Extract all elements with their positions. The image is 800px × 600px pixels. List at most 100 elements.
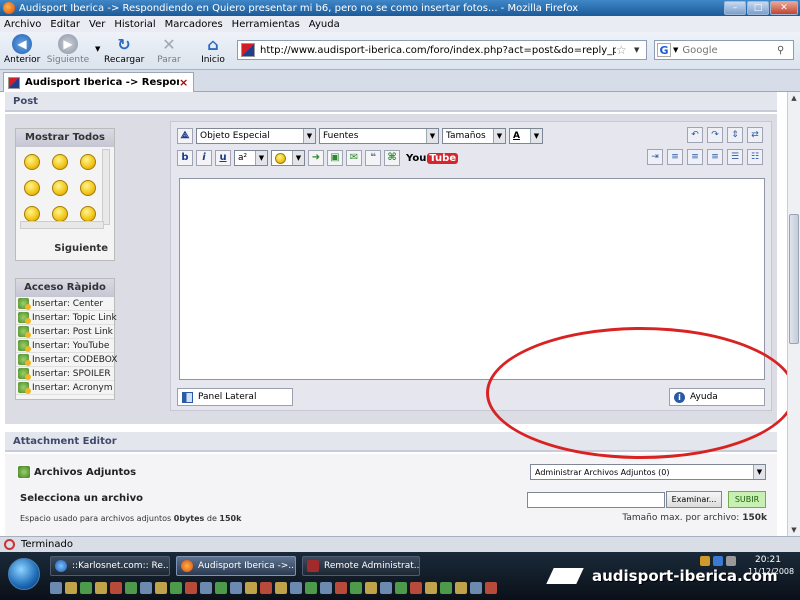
search-input[interactable] [682,44,777,56]
quick-item-acronym[interactable]: Insertar: Acronym [16,381,114,395]
menu-editar[interactable]: Editar [50,19,80,30]
switch-mode-icon[interactable]: ⇄ [747,127,763,143]
quicklaunch-icon[interactable] [140,582,152,594]
quick-item-topic-link[interactable]: Insertar: Topic Link [16,311,117,325]
size-select[interactable]: Tamaños ▼ [442,128,506,144]
undo-icon[interactable]: ↶ [687,127,703,143]
menu-ayuda[interactable]: Ayuda [309,19,340,30]
bold-button[interactable]: b [177,150,193,166]
quicklaunch-icon[interactable] [155,582,167,594]
smiley-icon[interactable] [52,180,68,196]
taskbar-item-karlosnet[interactable]: ::Karlosnet.com:: Re... [50,556,170,576]
insert-quote-icon[interactable]: ❝ [365,150,381,166]
page-scrollbar[interactable]: ▲ ▼ [787,92,800,536]
quicklaunch-icon[interactable] [110,582,122,594]
insert-code-icon[interactable]: ⌘ [384,150,400,166]
quicklaunch-icon[interactable] [440,582,452,594]
menu-historial[interactable]: Historial [114,19,155,30]
taskbar-item-audisport[interactable]: Audisport Iberica ->... [176,556,296,576]
start-button[interactable] [8,558,40,590]
quicklaunch-icon[interactable] [305,582,317,594]
quicklaunch-icon[interactable] [455,582,467,594]
menu-archivo[interactable]: Archivo [4,19,41,30]
quicklaunch-icon[interactable] [185,582,197,594]
align-right-icon[interactable]: ≡ [707,149,723,165]
quicklaunch-icon[interactable] [380,582,392,594]
special-object-select[interactable]: Objeto Especial ▼ [196,128,316,144]
font-select[interactable]: Fuentes ▼ [319,128,439,144]
smiley-icon[interactable] [52,154,68,170]
quicklaunch-icon[interactable] [50,582,62,594]
smiley-icon[interactable] [80,180,96,196]
file-path-input[interactable] [527,492,665,508]
scroll-down-icon[interactable]: ▼ [788,524,800,536]
tab-audisport[interactable]: Audisport Iberica -> Respondiend... × [3,72,194,92]
history-dropdown-icon[interactable]: ▼ [95,45,100,53]
quicklaunch-icon[interactable] [395,582,407,594]
google-engine-icon[interactable]: G [657,43,671,57]
menu-marcadores[interactable]: Marcadores [165,19,223,30]
italic-button[interactable]: i [196,150,212,166]
url-dropdown-icon[interactable]: ▼ [634,46,646,54]
indent-icon[interactable]: ⇥ [647,149,663,165]
quick-item-spoiler[interactable]: Insertar: SPOILER [16,367,114,381]
smiley-horizontal-scrollbar[interactable] [20,221,104,229]
quick-item-center[interactable]: Insertar: Center [16,297,114,311]
quick-item-youtube[interactable]: Insertar: YouTube [16,339,114,353]
quicklaunch-icon[interactable] [470,582,482,594]
maximize-button[interactable]: □ [747,1,769,15]
smiley-icon[interactable] [24,154,40,170]
engine-dropdown-icon[interactable]: ▼ [673,46,678,54]
tray-icon[interactable] [700,556,710,566]
quicklaunch-icon[interactable] [365,582,377,594]
bookmark-star-icon[interactable]: ☆ [616,43,634,57]
special-chars-icon[interactable]: ⟁ [177,128,193,144]
quicklaunch-icon[interactable] [275,582,287,594]
bluetooth-icon[interactable] [713,556,723,566]
quicklaunch-icon[interactable] [125,582,137,594]
quicklaunch-icon[interactable] [80,582,92,594]
stop-button[interactable]: ✕ Parar [154,34,184,66]
side-panel-button[interactable]: Panel Lateral [177,388,293,406]
quicklaunch-icon[interactable] [425,582,437,594]
align-center-icon[interactable]: ≡ [687,149,703,165]
quicklaunch-icon[interactable] [230,582,242,594]
smilies-next-link[interactable]: Siguiente [54,243,108,254]
smiley-icon[interactable] [24,206,40,222]
smiley-icon[interactable] [80,206,96,222]
smilies-header[interactable]: Mostrar Todos [16,129,114,147]
smiley-icon[interactable] [80,154,96,170]
scroll-thumb[interactable] [789,214,799,344]
minimize-button[interactable]: – [724,1,746,15]
menu-herramientas[interactable]: Herramientas [232,19,300,30]
volume-icon[interactable] [726,556,736,566]
scroll-up-icon[interactable]: ▲ [788,92,800,104]
smiley-icon[interactable] [24,180,40,196]
quicklaunch-icon[interactable] [170,582,182,594]
font-color-select[interactable]: A ▼ [509,128,543,144]
quicklaunch-icon[interactable] [350,582,362,594]
search-icon[interactable]: ⚲ [777,45,793,56]
emoticon-select[interactable]: ▼ [271,150,305,166]
insert-link-icon[interactable]: ➜ [308,150,324,166]
quicklaunch-icon[interactable] [410,582,422,594]
reload-button[interactable]: ↻ Recargar [104,34,144,66]
resize-icon[interactable]: ⇕ [727,127,743,143]
url-text[interactable]: http://www.audisport-iberica.com/foro/in… [260,45,616,56]
ordered-list-icon[interactable]: ☰ [727,149,743,165]
quick-item-codebox[interactable]: Insertar: CODEBOX [16,353,117,367]
address-bar[interactable]: http://www.audisport-iberica.com/foro/in… [237,40,647,60]
close-window-button[interactable]: ✕ [770,1,798,15]
back-button[interactable]: ◀ Anterior [4,34,40,65]
insert-email-icon[interactable]: ✉ [346,150,362,166]
forward-button[interactable]: ▶ Siguiente [46,34,90,65]
quicklaunch-icon[interactable] [260,582,272,594]
quicklaunch-icon[interactable] [320,582,332,594]
home-button[interactable]: ⌂ Inicio [196,34,230,66]
smiley-vertical-scrollbar[interactable] [102,149,110,225]
tab-close-icon[interactable]: × [179,76,193,89]
quicklaunch-icon[interactable] [200,582,212,594]
redo-icon[interactable]: ↷ [707,127,723,143]
quicklaunch-icon[interactable] [290,582,302,594]
search-bar[interactable]: G ▼ ⚲ [654,40,794,60]
